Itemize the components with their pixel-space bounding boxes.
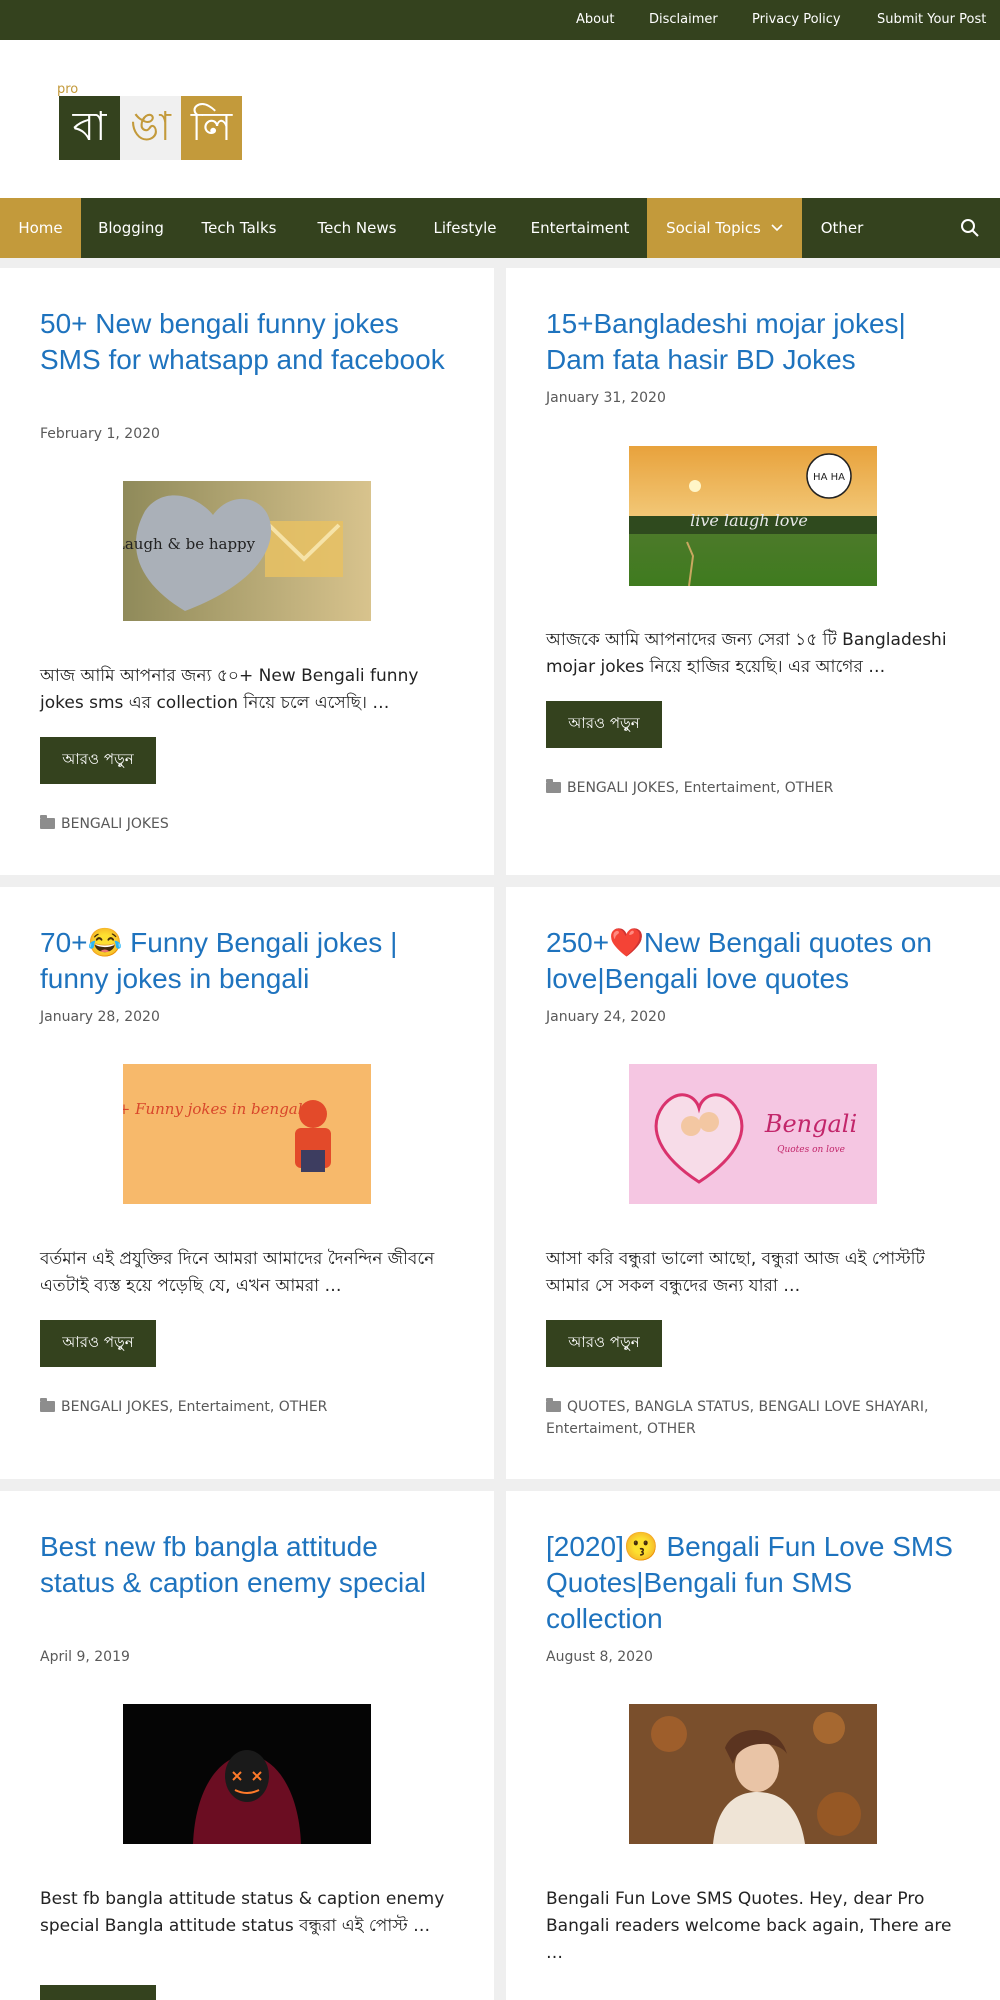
category-links[interactable]: BENGALI JOKES, Entertaiment, OTHER <box>567 780 833 796</box>
read-more-button[interactable]: আরও পড়ুন <box>546 701 662 748</box>
nav-item-home[interactable]: Home <box>0 198 81 258</box>
search-icon[interactable] <box>958 216 982 240</box>
thumbnail-bubble-text: HA HA <box>813 472 845 483</box>
nav-item-tech-talks[interactable]: Tech Talks <box>181 198 297 258</box>
post-card: 70+😂 Funny Bengali jokes | funny jokes i… <box>0 887 494 1479</box>
top-link-about[interactable]: About <box>576 12 614 27</box>
thumbnail-text: live laugh love <box>690 511 808 530</box>
post-title[interactable]: 50+ New bengali funny jokes SMS for what… <box>40 306 460 378</box>
post-excerpt: আজ আমি আপনার জন্য ৫০+ New Bengali funny … <box>40 666 419 713</box>
post-excerpt: আজকে আমি আপনাদের জন্য সেরা ১৫ টি Banglad… <box>546 630 947 677</box>
folder-icon <box>546 1398 561 1412</box>
post-categories: BENGALI JOKES, Entertaiment, OTHER <box>546 777 976 799</box>
post-title[interactable]: 70+😂 Funny Bengali jokes | funny jokes i… <box>40 925 460 997</box>
nav-item-lifestyle[interactable]: Lifestyle <box>417 198 513 258</box>
thumbnail-text: Laugh & be happy <box>123 535 256 553</box>
post-card: 50+ New bengali funny jokes SMS for what… <box>0 268 494 875</box>
category-links[interactable]: QUOTES, BANGLA STATUS, BENGALI LOVE SHAY… <box>546 1399 928 1437</box>
post-title[interactable]: [2020]😗 Bengali Fun Love SMS Quotes|Beng… <box>546 1529 966 1637</box>
post-thumbnail[interactable]: Laugh & be happy <box>123 481 371 621</box>
category-links[interactable]: BENGALI JOKES, Entertaiment, OTHER <box>61 1399 327 1415</box>
post-title[interactable]: Best new fb bangla attitude status & cap… <box>40 1529 460 1601</box>
top-bar: About Disclaimer Privacy Policy Submit Y… <box>0 0 1000 40</box>
post-thumbnail[interactable] <box>123 1704 371 1844</box>
nav-item-social-topics[interactable]: Social Topics <box>647 198 802 258</box>
post-thumbnail[interactable]: 70+ Funny jokes in bengali <box>123 1064 371 1204</box>
logo-letter-3: লি <box>181 96 242 160</box>
main-nav: Home Blogging Tech Talks Tech News Lifes… <box>0 198 1000 258</box>
folder-icon <box>40 1398 55 1412</box>
site-header: pro বা ঙা লি <box>0 40 1000 198</box>
post-title[interactable]: 15+Bangladeshi mojar jokes| Dam fata has… <box>546 306 966 378</box>
read-more-button[interactable]: আরও পড়ুন <box>40 1320 156 1367</box>
post-date: January 28, 2020 <box>40 1009 160 1025</box>
post-date: January 24, 2020 <box>546 1009 666 1025</box>
post-date: April 9, 2019 <box>40 1649 130 1665</box>
category-links[interactable]: BENGALI JOKES <box>61 816 169 832</box>
site-logo[interactable]: pro বা ঙা লি <box>57 82 247 194</box>
nav-item-entertaiment[interactable]: Entertaiment <box>513 198 647 258</box>
thumbnail-text: Bengali <box>764 1110 857 1138</box>
post-categories: BENGALI JOKES, Entertaiment, OTHER <box>40 1396 470 1418</box>
read-more-button[interactable]: আরও পড়ুন <box>40 737 156 784</box>
post-thumbnail[interactable] <box>629 1704 877 1844</box>
post-excerpt: Bengali Fun Love SMS Quotes. Hey, dear P… <box>546 1889 952 1963</box>
post-date: February 1, 2020 <box>40 426 160 442</box>
post-date: August 8, 2020 <box>546 1649 653 1665</box>
nav-item-social-topics-label: Social Topics <box>666 219 761 237</box>
read-more-button[interactable]: আরও পড়ুন <box>546 1320 662 1367</box>
nav-item-blogging[interactable]: Blogging <box>81 198 181 258</box>
chevron-down-icon <box>771 224 783 232</box>
post-thumbnail[interactable]: live laugh love HA HA <box>629 446 877 586</box>
post-date: January 31, 2020 <box>546 390 666 406</box>
post-thumbnail[interactable]: Bengali Quotes on love <box>629 1064 877 1204</box>
nav-item-tech-news[interactable]: Tech News <box>297 198 417 258</box>
thumbnail-text: 70+ Funny jokes in bengali <box>123 1100 308 1118</box>
post-categories: QUOTES, BANGLA STATUS, BENGALI LOVE SHAY… <box>546 1396 976 1440</box>
read-more-button[interactable]: আরও পড়ুন <box>40 1985 156 2000</box>
post-categories: BENGALI JOKES <box>40 813 470 835</box>
folder-icon <box>40 815 55 829</box>
logo-letter-1: বা <box>59 96 120 160</box>
top-link-submit-your-post[interactable]: Submit Your Post <box>877 12 986 27</box>
post-card: [2020]😗 Bengali Fun Love SMS Quotes|Beng… <box>506 1491 1000 2000</box>
post-card: Best new fb bangla attitude status & cap… <box>0 1491 494 2000</box>
post-card: 15+Bangladeshi mojar jokes| Dam fata has… <box>506 268 1000 875</box>
folder-icon <box>546 779 561 793</box>
top-link-disclaimer[interactable]: Disclaimer <box>649 12 718 27</box>
logo-letter-2: ঙা <box>120 96 181 160</box>
post-excerpt: Best fb bangla attitude status & caption… <box>40 1889 445 1936</box>
post-excerpt: আসা করি বন্ধুরা ভালো আছো, বন্ধুরা আজ এই … <box>546 1249 925 1296</box>
thumbnail-subtext: Quotes on love <box>777 1145 845 1155</box>
post-excerpt: বর্তমান এই প্রযুক্তির দিনে আমরা আমাদের দ… <box>40 1249 435 1296</box>
nav-item-other[interactable]: Other <box>802 198 882 258</box>
post-title[interactable]: 250+❤️New Bengali quotes on love|Bengali… <box>546 925 976 997</box>
post-card: 250+❤️New Bengali quotes on love|Bengali… <box>506 887 1000 1479</box>
top-link-privacy-policy[interactable]: Privacy Policy <box>752 12 841 27</box>
